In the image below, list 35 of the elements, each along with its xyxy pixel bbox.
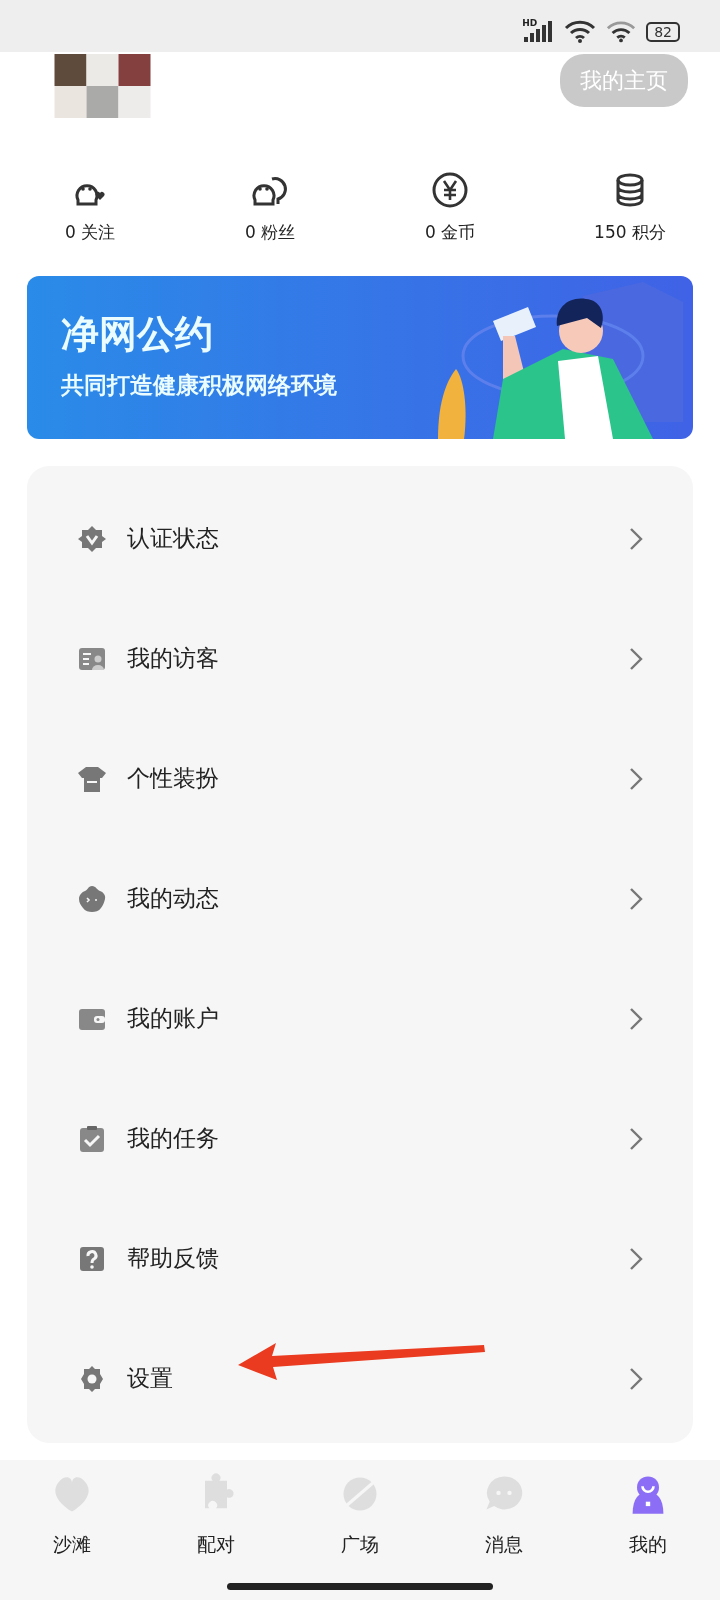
wifi-icon [606,20,637,44]
flower-face-icon [77,883,107,914]
menu-item[interactable]: 我的访客 [27,598,693,719]
chevron-icon [629,1246,643,1271]
tab[interactable]: 我的 [576,1460,720,1600]
battery-level: 82 [646,22,680,42]
menu-item[interactable]: 我的任务 [27,1078,693,1199]
chevron-icon [629,1366,643,1391]
tab[interactable]: 消息 [432,1460,576,1600]
network-type-label: HD [522,17,538,30]
chevron-icon [629,886,643,911]
menu-item[interactable]: 我的账户 [27,958,693,1079]
tab[interactable]: 配对 [144,1460,288,1600]
tab[interactable]: 沙滩 [0,1460,144,1600]
chevron-icon [629,766,643,791]
menu-item[interactable]: 认证状态 [27,478,693,599]
menu-item[interactable]: 我的动态 [27,838,693,959]
clipboard-check-icon [77,1123,107,1154]
promo-banner[interactable]: 净网公约 共同打造健康积极网络环境 [27,275,693,439]
menu-item[interactable]: 设置 [27,1318,693,1439]
chevron-icon [629,526,643,551]
stat-label[interactable]: 150 积分 [594,220,666,246]
chevron-icon [629,1126,643,1151]
badge-check-icon [77,523,107,554]
chevron-icon [629,646,643,671]
yen-coin-icon [430,170,470,210]
stat-label[interactable]: 0 粉丝 [244,220,296,246]
menu-item[interactable]: 帮助反馈 [27,1198,693,1319]
stat-label[interactable]: 0 金币 [424,220,476,246]
menu-item[interactable]: 个性装扮 [27,718,693,839]
banner-subtitle: 共同打造健康积极网络环境 [61,370,337,400]
banner-title: 净网公约 [61,310,213,358]
wifi-icon [564,20,597,44]
stat-label[interactable]: 0 关注 [64,220,116,246]
chevron-icon [629,1006,643,1031]
